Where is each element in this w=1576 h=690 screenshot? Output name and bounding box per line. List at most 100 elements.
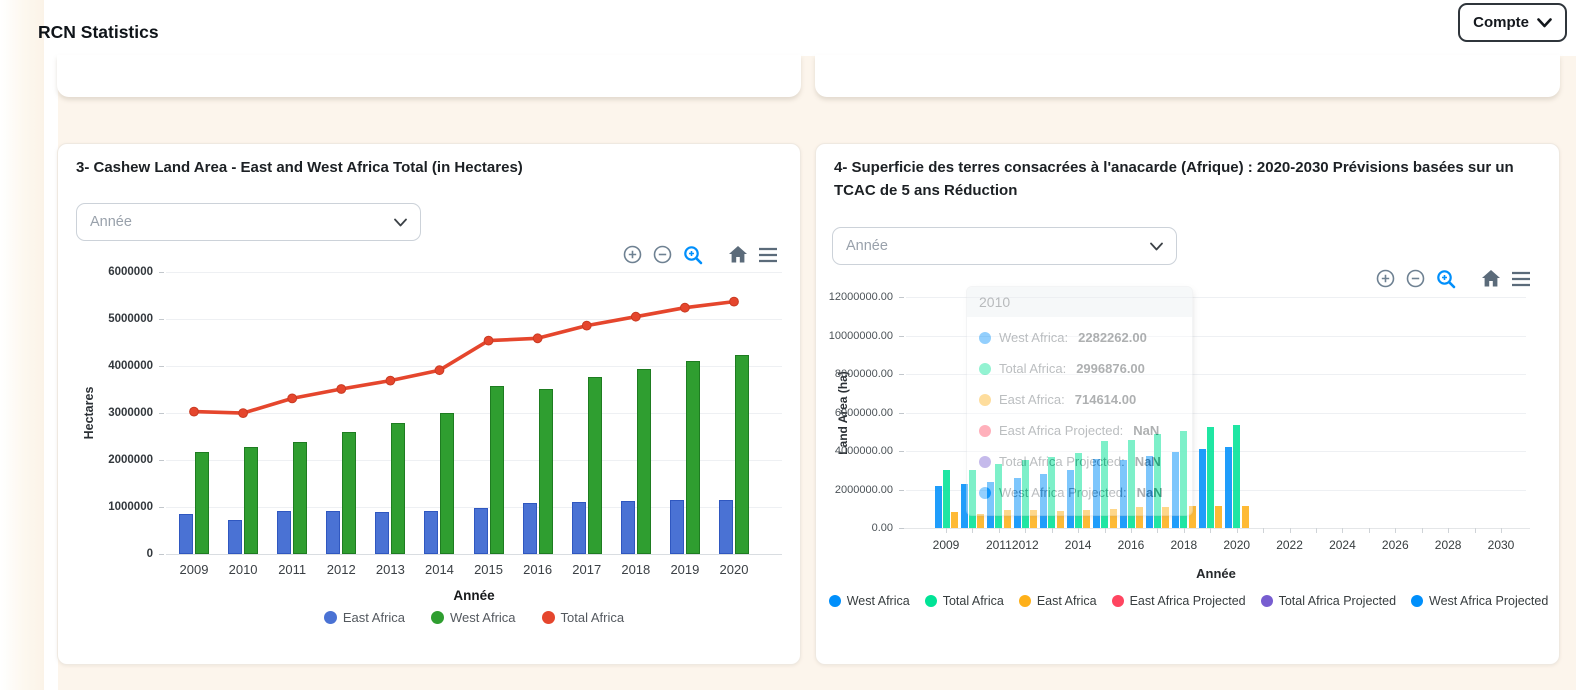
x-tick-mark xyxy=(1105,528,1106,533)
select-chevron-icon xyxy=(1150,242,1163,251)
year-select-left[interactable]: Année xyxy=(76,203,421,241)
x-tick-mark xyxy=(1157,528,1158,533)
x-tick-mark xyxy=(1395,528,1396,533)
x-tick-label: 2030 xyxy=(1488,538,1515,552)
legend-marker xyxy=(925,595,937,607)
y-tick-label: 2000000.00 xyxy=(835,484,906,496)
bar-total-africa[interactable] xyxy=(943,470,950,528)
tooltip-series-label: East Africa Projected: xyxy=(999,423,1123,438)
y-tick-label: 8000000.00 xyxy=(835,368,906,380)
home-icon[interactable] xyxy=(1480,268,1501,289)
x-tick-mark xyxy=(1263,528,1264,533)
x-tick-label: 2028 xyxy=(1435,538,1462,552)
tooltip-series-value: NaN xyxy=(1133,423,1159,438)
y-tick-label: 6000000.00 xyxy=(835,407,906,419)
legend-item[interactable]: East Africa xyxy=(1019,594,1097,608)
tooltip-series-label: West Africa: xyxy=(999,330,1068,345)
x-tick-label: 2018 xyxy=(1170,538,1197,552)
legend-item[interactable]: Total Africa xyxy=(542,610,625,625)
right-chart-legend: West Africa Total Africa East Africa East A… xyxy=(822,594,1555,608)
x-axis-line xyxy=(902,528,1530,529)
line-marker[interactable] xyxy=(288,394,297,403)
x-tick-label: 2012 xyxy=(327,562,356,577)
year-select-right[interactable]: Année xyxy=(832,227,1177,265)
menu-icon[interactable] xyxy=(757,244,778,265)
y-tick-label: 4000000 xyxy=(108,360,166,372)
tooltip-row: East Africa Projected: NaN xyxy=(967,415,1192,446)
left-chart-plot[interactable]: Hectares 0100000020000003000000400000050… xyxy=(166,272,782,554)
tooltip-series-value: 2996876.00 xyxy=(1076,361,1145,376)
year-select-right-placeholder: Année xyxy=(846,238,888,254)
bar-total-africa[interactable] xyxy=(1233,425,1240,528)
line-marker[interactable] xyxy=(631,312,640,321)
total-africa-line[interactable] xyxy=(166,272,782,554)
tooltip-series-value: NaN xyxy=(1135,454,1161,469)
year-select-left-placeholder: Année xyxy=(90,214,132,230)
account-button[interactable]: Compte xyxy=(1458,3,1567,42)
x-tick-label: 2016 xyxy=(523,562,552,577)
y-tick-label: 0 xyxy=(147,548,166,560)
line-marker[interactable] xyxy=(337,385,346,394)
y-tick-label: 0.00 xyxy=(872,522,906,534)
zoom-out-icon[interactable] xyxy=(652,244,673,265)
line-marker[interactable] xyxy=(681,303,690,312)
tooltip-series-label: Total Africa: xyxy=(999,361,1066,376)
zoom-in-icon[interactable] xyxy=(1375,268,1396,289)
selection-zoom-icon[interactable] xyxy=(682,244,703,265)
line-marker[interactable] xyxy=(730,297,739,306)
x-tick-label: 2011 xyxy=(986,538,1012,552)
left-scroll-strip xyxy=(44,0,58,690)
legend-marker xyxy=(1261,595,1273,607)
y-tick-label: 12000000.00 xyxy=(829,291,906,303)
legend-item[interactable]: East Africa xyxy=(324,610,405,625)
bar-east-africa[interactable] xyxy=(951,512,958,528)
left-chart-legend: East Africa West Africa Total Africa xyxy=(166,610,782,625)
legend-item[interactable]: Total Africa Projected xyxy=(1261,594,1396,608)
bar-west-africa[interactable] xyxy=(1199,449,1206,528)
x-tick-label: 2014 xyxy=(425,562,454,577)
x-tick-mark xyxy=(1290,528,1291,533)
panel-forecast: 4- Superficie des terres consacrées à l'… xyxy=(815,143,1560,665)
page-title: RCN Statistics xyxy=(38,22,159,43)
x-tick-mark xyxy=(1078,528,1079,533)
line-marker[interactable] xyxy=(582,321,591,330)
bar-east-africa[interactable] xyxy=(1215,506,1222,528)
x-tick-label: 2024 xyxy=(1329,538,1356,552)
tooltip-row: West Africa Projected:NaN xyxy=(967,477,1192,508)
legend-item[interactable]: West Africa xyxy=(829,594,910,608)
y-tick-label: 2000000 xyxy=(108,454,166,466)
zoom-out-icon[interactable] xyxy=(1405,268,1426,289)
line-marker[interactable] xyxy=(190,407,199,416)
legend-item[interactable]: Total Africa xyxy=(925,594,1004,608)
legend-item[interactable]: West Africa xyxy=(431,610,516,625)
legend-marker xyxy=(1112,595,1124,607)
x-tick-mark xyxy=(1184,528,1185,533)
selection-zoom-icon[interactable] xyxy=(1435,268,1456,289)
legend-marker xyxy=(1411,595,1423,607)
bar-total-africa[interactable] xyxy=(1207,427,1214,528)
tooltip-series-marker xyxy=(979,332,991,344)
line-marker[interactable] xyxy=(533,334,542,343)
legend-item[interactable]: East Africa Projected xyxy=(1112,594,1246,608)
x-tick-mark xyxy=(1237,528,1238,533)
bar-west-africa[interactable] xyxy=(935,486,942,528)
legend-label: East Africa xyxy=(343,610,405,625)
home-icon[interactable] xyxy=(727,244,748,265)
line-marker[interactable] xyxy=(386,376,395,385)
left-y-axis-title: Hectares xyxy=(82,387,96,440)
bar-east-africa[interactable] xyxy=(1242,506,1249,528)
line-marker[interactable] xyxy=(435,366,444,375)
menu-icon[interactable] xyxy=(1510,268,1531,289)
bar-east-africa[interactable] xyxy=(977,514,984,528)
x-tick-mark xyxy=(1052,528,1053,533)
chart-title-right: 4- Superficie des terres consacrées à l'… xyxy=(834,157,1541,202)
y-tick-label: 5000000 xyxy=(108,313,166,325)
line-marker[interactable] xyxy=(484,336,493,345)
tooltip-series-value: 2282262.00 xyxy=(1078,330,1147,345)
chart-title-left: 3- Cashew Land Area - East and West Afri… xyxy=(76,157,782,180)
bar-west-africa[interactable] xyxy=(1225,447,1232,528)
legend-item[interactable]: West Africa Projected xyxy=(1411,594,1548,608)
top-card-right xyxy=(815,55,1560,97)
line-marker[interactable] xyxy=(239,409,248,418)
zoom-in-icon[interactable] xyxy=(622,244,643,265)
